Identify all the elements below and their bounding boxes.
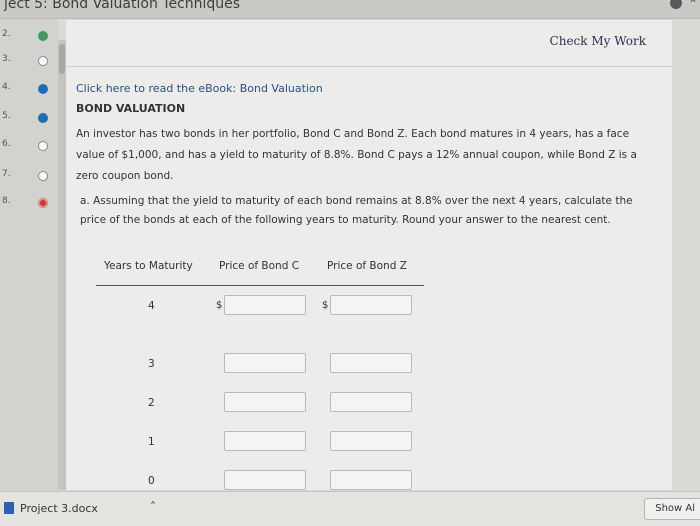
table-row: 3 xyxy=(96,353,424,377)
header-years: Years to Maturity xyxy=(104,260,193,272)
bond-z-price-input[interactable] xyxy=(330,431,412,451)
question-nav-item-6[interactable]: 6. xyxy=(0,137,58,157)
currency-symbol: $ xyxy=(216,300,223,311)
question-nav-item-4[interactable]: 4. xyxy=(0,80,58,100)
bond-c-price-input[interactable] xyxy=(224,353,306,373)
browser-top-bar: ject 5: Bond Valuation Techniques ⌃ xyxy=(0,0,700,19)
question-text: a. Assuming that the yield to maturity o… xyxy=(80,195,633,226)
question-nav-item-7[interactable]: 7. xyxy=(0,167,58,187)
status-dot-icon xyxy=(38,198,48,208)
show-all-button[interactable]: Show Al xyxy=(644,498,700,520)
menu-dot-icon[interactable] xyxy=(670,0,682,9)
bond-z-price-input[interactable] xyxy=(330,295,412,315)
scrollbar-thumb[interactable] xyxy=(59,44,65,74)
table-row: 1 xyxy=(96,431,424,455)
bond-c-price-input[interactable] xyxy=(224,431,306,451)
bond-z-price-input[interactable] xyxy=(330,392,412,412)
status-dot-icon xyxy=(38,171,48,181)
bond-c-price-input[interactable] xyxy=(224,470,306,490)
divider xyxy=(66,66,672,67)
question-nav-item-5[interactable]: 5. xyxy=(0,109,58,129)
header-bond-z: Price of Bond Z xyxy=(327,260,407,272)
check-my-work-button[interactable]: Check My Work xyxy=(550,34,646,48)
status-dot-icon xyxy=(38,113,48,123)
word-document-icon xyxy=(4,502,14,514)
status-dot-icon xyxy=(38,31,48,41)
table-row: 2 xyxy=(96,392,424,416)
question-page: Check My Work Click here to read the eBo… xyxy=(66,20,672,490)
header-bond-c: Price of Bond C xyxy=(219,260,300,272)
ebook-link[interactable]: Click here to read the eBook: Bond Valua… xyxy=(76,82,323,95)
currency-symbol: $ xyxy=(322,300,329,311)
table-row: 4 $ $ xyxy=(96,295,424,319)
chevron-up-icon[interactable]: ⌃ xyxy=(688,0,698,11)
question-nav-item-3[interactable]: 3. xyxy=(0,52,58,72)
bond-c-price-input[interactable] xyxy=(224,295,306,315)
assignment-title: ject 5: Bond Valuation Techniques xyxy=(4,0,241,12)
status-dot-icon xyxy=(38,141,48,151)
section-title: BOND VALUATION xyxy=(76,102,186,115)
chevron-up-icon[interactable]: ˄ xyxy=(150,500,156,514)
question-nav-item-8[interactable]: 8. xyxy=(0,194,58,214)
question-nav: 2. 3. 4. 5. 6. 7. 8. xyxy=(0,19,58,491)
bond-c-price-input[interactable] xyxy=(224,392,306,412)
status-dot-icon xyxy=(38,56,48,66)
bond-z-price-input[interactable] xyxy=(330,470,412,490)
question-nav-item-2[interactable]: 2. xyxy=(0,27,58,47)
status-dot-icon xyxy=(38,84,48,94)
problem-text: An investor has two bonds in her portfol… xyxy=(76,128,637,182)
bond-z-price-input[interactable] xyxy=(330,353,412,373)
download-file-name[interactable]: Project 3.docx xyxy=(20,502,98,515)
scrollbar[interactable] xyxy=(58,40,66,490)
header-divider xyxy=(96,285,424,286)
download-bar: Project 3.docx ˄ Show Al xyxy=(0,491,700,526)
